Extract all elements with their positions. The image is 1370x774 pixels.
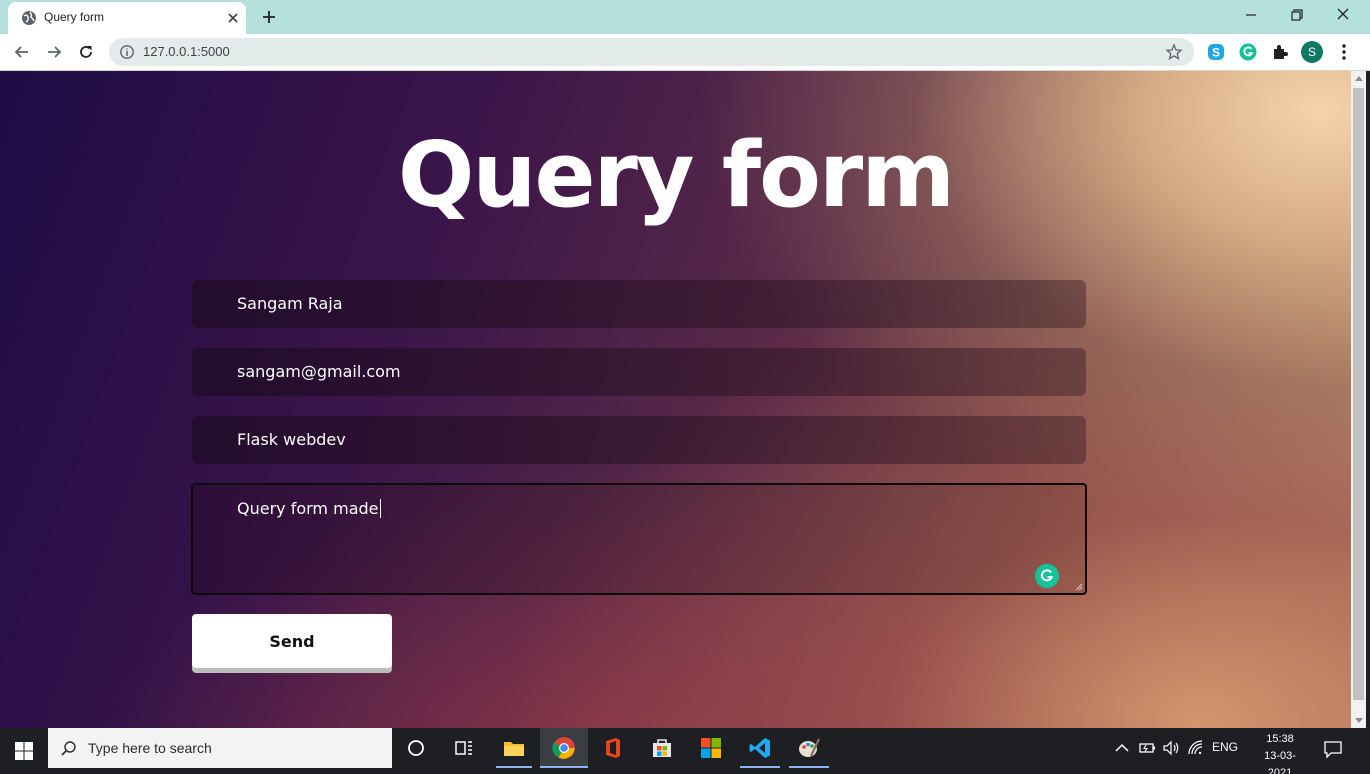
- browser-toolbar: 127.0.0.1:5000 S S: [0, 34, 1370, 71]
- text-caret: [379, 499, 381, 518]
- page-viewport: Query form Sangam Raja sangam@gmail.com …: [0, 71, 1351, 728]
- search-placeholder: Type here to search: [88, 740, 212, 756]
- action-center-icon[interactable]: [1322, 738, 1344, 760]
- minimize-icon[interactable]: [1239, 5, 1263, 25]
- new-tab-icon[interactable]: [260, 8, 278, 26]
- show-hidden-icons-chevron[interactable]: [1112, 738, 1132, 758]
- scrollbar-thumb[interactable]: [1353, 88, 1364, 700]
- forward-icon[interactable]: [44, 42, 64, 62]
- resize-handle-icon[interactable]: [1075, 583, 1083, 591]
- file-explorer-icon[interactable]: [502, 736, 526, 760]
- name-value: Sangam Raja: [237, 294, 343, 313]
- windows-start-icon[interactable]: [14, 741, 34, 761]
- tab-title: Query form: [44, 10, 105, 24]
- close-window-icon[interactable]: [1331, 5, 1355, 25]
- globe-icon: [22, 11, 36, 25]
- menu-kebab-icon[interactable]: [1334, 42, 1354, 62]
- message-textarea[interactable]: Query form made: [191, 483, 1087, 595]
- extensions-puzzle-icon[interactable]: [1270, 42, 1290, 62]
- browser-tab[interactable]: Query form: [8, 2, 246, 34]
- search-icon: [61, 741, 76, 756]
- url-text: 127.0.0.1:5000: [143, 44, 230, 59]
- tab-strip: Query form: [0, 0, 1370, 34]
- vscode-open-indicator: [740, 766, 780, 768]
- skype-extension-icon[interactable]: S: [1206, 42, 1226, 62]
- subject-value: Flask webdev: [237, 430, 346, 449]
- clock-time: 15:38: [1266, 733, 1294, 745]
- page-title: Query form: [397, 123, 955, 228]
- scroll-up-icon[interactable]: [1355, 76, 1363, 81]
- cortana-icon[interactable]: [404, 736, 428, 760]
- volume-icon[interactable]: [1161, 738, 1181, 758]
- info-icon[interactable]: [119, 44, 135, 60]
- clock-date: 13-03-2021: [1264, 750, 1296, 774]
- vscode-icon[interactable]: [748, 736, 772, 760]
- paint-open-indicator: [789, 766, 829, 768]
- office-apps-icon[interactable]: [699, 736, 723, 760]
- office-icon[interactable]: [601, 736, 625, 760]
- subject-field[interactable]: Flask webdev: [192, 416, 1086, 464]
- language-indicator[interactable]: ENG: [1212, 740, 1238, 754]
- grammarly-extension-icon[interactable]: [1238, 42, 1258, 62]
- explorer-open-indicator: [496, 766, 532, 768]
- address-bar[interactable]: 127.0.0.1:5000: [109, 38, 1194, 66]
- send-button[interactable]: Send: [192, 614, 392, 668]
- page-scrollbar[interactable]: [1351, 71, 1366, 728]
- task-view-icon[interactable]: [452, 736, 476, 760]
- reload-icon[interactable]: [76, 42, 96, 62]
- close-tab-icon[interactable]: [224, 9, 242, 27]
- name-field[interactable]: Sangam Raja: [192, 280, 1086, 328]
- grammarly-icon[interactable]: [1035, 564, 1059, 588]
- battery-icon[interactable]: [1137, 738, 1157, 758]
- chrome-open-indicator: [540, 766, 588, 768]
- taskbar-search-box[interactable]: Type here to search: [48, 728, 392, 768]
- wifi-icon[interactable]: [1186, 738, 1206, 758]
- paint-icon[interactable]: [797, 736, 821, 760]
- chrome-icon[interactable]: [552, 736, 576, 760]
- windows-taskbar: Type here to search ENG 15:38 13-03-2021: [0, 728, 1370, 774]
- restore-icon[interactable]: [1285, 5, 1309, 25]
- email-field[interactable]: sangam@gmail.com: [192, 348, 1086, 396]
- back-icon[interactable]: [12, 42, 32, 62]
- profile-avatar[interactable]: S: [1301, 41, 1323, 63]
- email-value: sangam@gmail.com: [237, 362, 401, 381]
- message-value: Query form made: [237, 499, 381, 518]
- store-icon[interactable]: [650, 736, 674, 760]
- svg-text:S: S: [1212, 46, 1220, 60]
- system-clock[interactable]: 15:38 13-03-2021: [1254, 731, 1306, 774]
- bookmark-star-icon[interactable]: [1165, 43, 1183, 61]
- scroll-down-icon[interactable]: [1355, 718, 1363, 723]
